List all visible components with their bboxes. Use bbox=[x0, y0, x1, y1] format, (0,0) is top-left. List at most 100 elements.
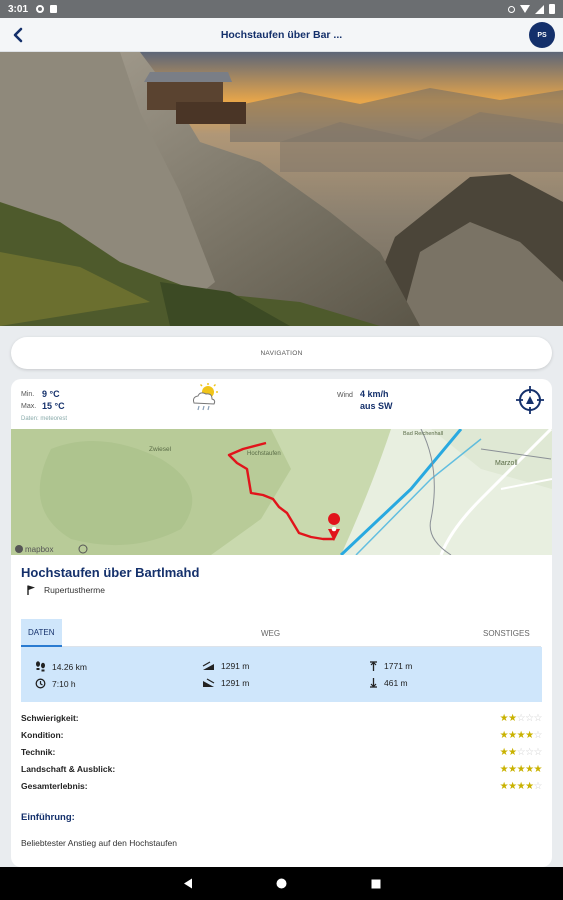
stat-max-altitude: 1771 m bbox=[369, 661, 412, 671]
rating-label: Kondition: bbox=[21, 730, 64, 740]
start-point-label: Rupertustherme bbox=[44, 585, 105, 595]
tab-bar: DATEN WEG SONSTIGES bbox=[21, 619, 541, 647]
star-icon: ☆ bbox=[525, 746, 534, 758]
location-icon bbox=[508, 5, 515, 13]
star-icon: ☆ bbox=[533, 712, 543, 724]
star-icon: ★ bbox=[508, 712, 517, 724]
route-map[interactable]: Zwiesel Hochstaufen Marzoll Bad Reichenh… bbox=[11, 429, 552, 555]
nav-home-button[interactable] bbox=[275, 877, 289, 891]
recents-square-icon bbox=[371, 879, 380, 888]
star-icon: ★ bbox=[525, 729, 534, 741]
stat-duration: 7:10 h bbox=[35, 678, 76, 689]
stat-ascent-value: 1291 m bbox=[221, 661, 250, 671]
star-icon: ★ bbox=[499, 780, 509, 792]
stat-min-altitude: 461 m bbox=[369, 678, 408, 688]
navigation-button[interactable]: NAVIGATION bbox=[11, 337, 552, 369]
back-arrow-icon bbox=[13, 27, 23, 43]
wind-direction: aus SW bbox=[360, 401, 393, 411]
wind-label: Wind bbox=[337, 392, 353, 399]
star-icon: ☆ bbox=[516, 712, 526, 724]
star-icon: ★ bbox=[508, 729, 517, 741]
battery-icon bbox=[549, 4, 555, 14]
rating-row-technique: Technik: ★ ★ ☆ ☆ ☆ bbox=[21, 744, 543, 760]
rating-row-condition: Kondition: ★ ★ ★ ★ ☆ bbox=[21, 727, 543, 743]
clock-icon bbox=[35, 678, 46, 689]
tour-stats: 14.26 km 7:10 h 1291 m 1291 m 1771 m 461… bbox=[21, 647, 542, 702]
footprints-icon bbox=[36, 661, 45, 672]
star-icon: ★ bbox=[516, 780, 526, 792]
tour-title: Hochstaufen über Bartlmahd bbox=[21, 565, 200, 580]
star-icon: ★ bbox=[516, 729, 526, 741]
stat-distance-value: 14.26 km bbox=[52, 661, 87, 672]
wifi-icon bbox=[520, 5, 530, 13]
signal-icon bbox=[535, 4, 544, 14]
rating-label: Gesamterlebnis: bbox=[21, 781, 88, 791]
stat-distance: 14.26 km bbox=[35, 661, 87, 672]
star-icon: ★ bbox=[499, 763, 509, 775]
stat-ascent: 1291 m bbox=[202, 661, 249, 671]
back-triangle-icon bbox=[183, 878, 192, 889]
weather-panel: Min. 9 °C Max. 15 °C Daten: meteorest Wi… bbox=[11, 379, 552, 429]
tab-sonstiges[interactable]: SONSTIGES bbox=[483, 619, 530, 647]
avatar[interactable]: PS bbox=[529, 22, 555, 48]
rating-label: Landschaft & Ausblick: bbox=[21, 764, 116, 774]
star-icon: ☆ bbox=[533, 780, 543, 792]
hero-image bbox=[0, 52, 563, 326]
rating-stars: ★ ★ ☆ ☆ ☆ bbox=[499, 712, 543, 724]
star-icon: ★ bbox=[499, 746, 509, 758]
tour-card: Min. 9 °C Max. 15 °C Daten: meteorest Wi… bbox=[11, 379, 552, 867]
map-label-zwiesel: Zwiesel bbox=[149, 446, 172, 453]
status-bar: 3:01 bbox=[0, 0, 563, 18]
star-icon: ★ bbox=[516, 763, 526, 775]
rating-stars: ★ ★ ★ ★ ☆ bbox=[499, 780, 543, 792]
stat-max-altitude-value: 1771 m bbox=[384, 661, 413, 671]
star-icon: ★ bbox=[525, 780, 534, 792]
intro-text: Beliebtester Anstieg auf den Hochstaufen bbox=[21, 838, 177, 848]
home-circle-icon bbox=[276, 878, 287, 889]
star-icon: ☆ bbox=[533, 746, 543, 758]
stat-descent-value: 1291 m bbox=[221, 678, 250, 688]
back-button[interactable] bbox=[8, 24, 28, 46]
map-label-hochstaufen: Hochstaufen bbox=[247, 451, 281, 457]
rating-label: Schwierigkeit: bbox=[21, 713, 79, 723]
nav-recents-button[interactable] bbox=[369, 877, 383, 891]
wind-speed: 4 km/h bbox=[360, 389, 389, 399]
map-label-marzoll: Marzoll bbox=[495, 460, 518, 467]
max-altitude-icon bbox=[370, 661, 377, 671]
star-icon: ★ bbox=[508, 763, 517, 775]
min-temp-label: Min. bbox=[21, 391, 35, 398]
star-icon: ☆ bbox=[533, 729, 543, 741]
star-icon: ★ bbox=[508, 746, 517, 758]
map-attribution[interactable]: mapbox bbox=[25, 545, 53, 554]
page-title: Hochstaufen über Bar ... bbox=[220, 28, 343, 41]
star-icon: ★ bbox=[508, 780, 517, 792]
star-icon: ★ bbox=[499, 729, 509, 741]
sd-card-icon bbox=[50, 5, 58, 13]
stat-duration-value: 7:10 h bbox=[52, 678, 76, 689]
map-label-bad-reichenhall: Bad Reichenhall bbox=[403, 431, 443, 437]
intro-heading: Einführung: bbox=[21, 812, 75, 823]
rating-stars: ★ ★ ☆ ☆ ☆ bbox=[499, 746, 543, 758]
app-bar: Hochstaufen über Bar ... PS bbox=[0, 18, 563, 52]
stat-descent: 1291 m bbox=[202, 678, 249, 688]
weather-source[interactable]: Daten: meteorest bbox=[21, 416, 67, 422]
star-icon: ★ bbox=[533, 763, 543, 775]
star-icon: ★ bbox=[499, 712, 509, 724]
rating-label: Technik: bbox=[21, 747, 56, 757]
star-icon: ☆ bbox=[525, 712, 534, 724]
max-temp-value: 15 °C bbox=[42, 401, 65, 411]
compass-icon[interactable] bbox=[515, 385, 545, 415]
tab-weg[interactable]: WEG bbox=[261, 619, 280, 647]
flag-icon bbox=[27, 585, 35, 595]
star-icon: ★ bbox=[525, 763, 534, 775]
min-temp-value: 9 °C bbox=[42, 389, 60, 399]
min-altitude-icon bbox=[370, 678, 377, 688]
status-time: 3:01 bbox=[8, 3, 29, 15]
rating-row-landscape: Landschaft & Ausblick: ★ ★ ★ ★ ★ bbox=[21, 761, 543, 777]
tab-daten[interactable]: DATEN bbox=[21, 619, 62, 647]
rating-row-difficulty: Schwierigkeit: ★ ★ ☆ ☆ ☆ bbox=[21, 710, 543, 726]
start-point: Rupertustherme bbox=[27, 585, 105, 595]
nav-back-button[interactable] bbox=[181, 877, 195, 891]
ascent-icon bbox=[202, 661, 214, 670]
sun-cloud-rain-icon bbox=[193, 383, 218, 411]
